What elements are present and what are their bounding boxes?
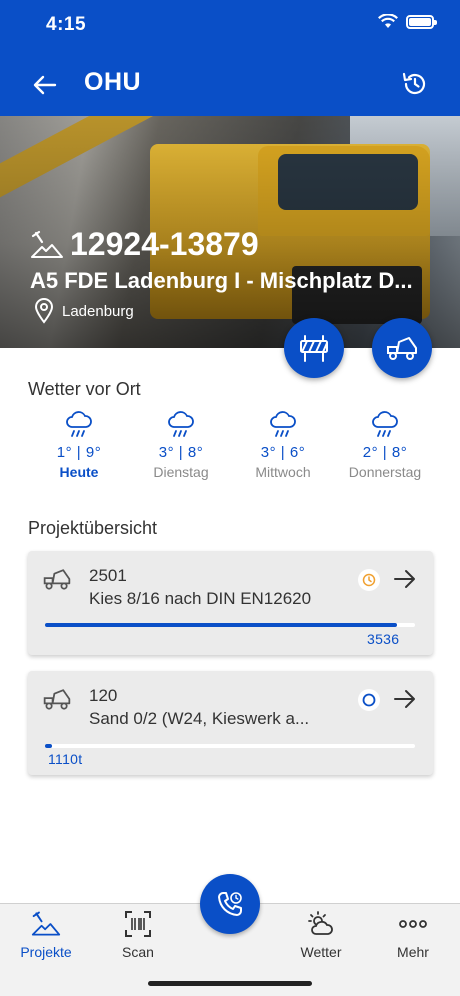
project-id: 12924-13879 — [70, 226, 259, 262]
dump-truck-icon — [43, 569, 71, 590]
more-dots-icon — [399, 920, 427, 928]
item-quantity: 1110t — [48, 751, 83, 767]
weather-day: 2° | 8° Donnerstag — [334, 410, 436, 480]
project-item-card[interactable]: 120 Sand 0/2 (W24, Kieswerk a... 1110t — [28, 671, 433, 775]
rain-cloud-icon — [168, 411, 194, 437]
app-header: 4:15 OHU — [0, 0, 460, 116]
circle-icon — [358, 689, 380, 711]
delivery-progress-bar — [45, 744, 415, 748]
weather-section-title: Wetter vor Ort — [28, 379, 141, 399]
weather-day-name: Mittwoch — [255, 464, 311, 480]
progress-fill — [45, 744, 53, 748]
location-pin-icon — [34, 298, 54, 324]
delivery-progress-bar — [45, 623, 415, 627]
weather-day-name: Donnerstag — [348, 464, 422, 480]
weather-temperature: 3° | 8° — [158, 444, 204, 461]
status-time: 4:15 — [46, 14, 87, 35]
tab-weather[interactable]: Wetter — [286, 910, 356, 960]
weather-day: 3° | 6° Mittwoch — [232, 410, 334, 480]
construction-site-icon — [31, 911, 61, 936]
item-number: 120 — [89, 686, 118, 705]
status-icons — [378, 14, 437, 29]
tab-scan[interactable]: Scan — [103, 910, 173, 960]
history-icon[interactable] — [400, 69, 430, 99]
tab-projects-label: Projekte — [20, 944, 72, 960]
weather-temperature: 3° | 6° — [260, 444, 306, 461]
dump-truck-button[interactable] — [372, 318, 432, 378]
arrow-right-icon[interactable] — [393, 565, 417, 593]
rain-cloud-icon — [66, 411, 92, 437]
project-location: Ladenburg — [34, 298, 134, 324]
battery-icon — [406, 14, 437, 29]
project-title: A5 FDE Ladenburg I - Mischplatz D... — [30, 268, 413, 293]
construction-site-icon — [31, 230, 63, 258]
roadblock-icon — [300, 335, 328, 362]
weather-temperature: 2° | 8° — [362, 444, 408, 461]
back-arrow-icon[interactable] — [30, 70, 60, 100]
call-button[interactable] — [200, 874, 260, 934]
roadblock-button[interactable] — [284, 318, 344, 378]
weather-day-name: Dienstag — [153, 464, 209, 480]
dump-truck-icon — [43, 689, 71, 710]
item-number: 2501 — [89, 566, 127, 585]
project-location-label: Ladenburg — [62, 302, 134, 320]
barcode-scan-icon — [125, 911, 151, 937]
weather-day-name: Heute — [59, 464, 99, 480]
arrow-right-icon[interactable] — [393, 685, 417, 713]
progress-fill — [45, 623, 397, 627]
sun-cloud-icon — [308, 911, 333, 935]
tab-projects[interactable]: Projekte — [11, 910, 81, 960]
weather-temperature: 1° | 9° — [56, 444, 102, 461]
dump-truck-icon — [387, 337, 417, 360]
overview-section-title: Projektübersicht — [28, 518, 158, 538]
item-description: Kies 8/16 nach DIN EN12620 — [89, 589, 312, 608]
tab-scan-label: Scan — [122, 944, 154, 960]
rain-cloud-icon — [270, 411, 296, 437]
project-item-card[interactable]: 2501 Kies 8/16 nach DIN EN12620 3536 — [28, 551, 433, 655]
weather-day: 3° | 8° Dienstag — [130, 410, 232, 480]
tab-more[interactable]: Mehr — [378, 910, 448, 960]
home-indicator — [148, 981, 312, 986]
phone-call-icon — [218, 892, 242, 916]
project-hero-image: 12924-13879 A5 FDE Ladenburg I - Mischpl… — [0, 116, 460, 348]
tab-more-label: Mehr — [397, 944, 429, 960]
clock-icon — [358, 569, 380, 591]
wifi-icon — [378, 14, 398, 28]
item-description: Sand 0/2 (W24, Kieswerk a... — [89, 709, 310, 728]
item-quantity: 3536 — [367, 631, 400, 647]
project-id-row: 12924-13879 — [30, 226, 259, 263]
weather-day: 1° | 9° Heute — [28, 410, 130, 480]
tab-weather-label: Wetter — [300, 944, 342, 960]
weather-forecast: 1° | 9° Heute 3° | 8° Dienstag 3° | 6° M… — [28, 410, 438, 480]
brand-logo: OHU — [84, 68, 142, 96]
rain-cloud-icon — [372, 411, 398, 437]
